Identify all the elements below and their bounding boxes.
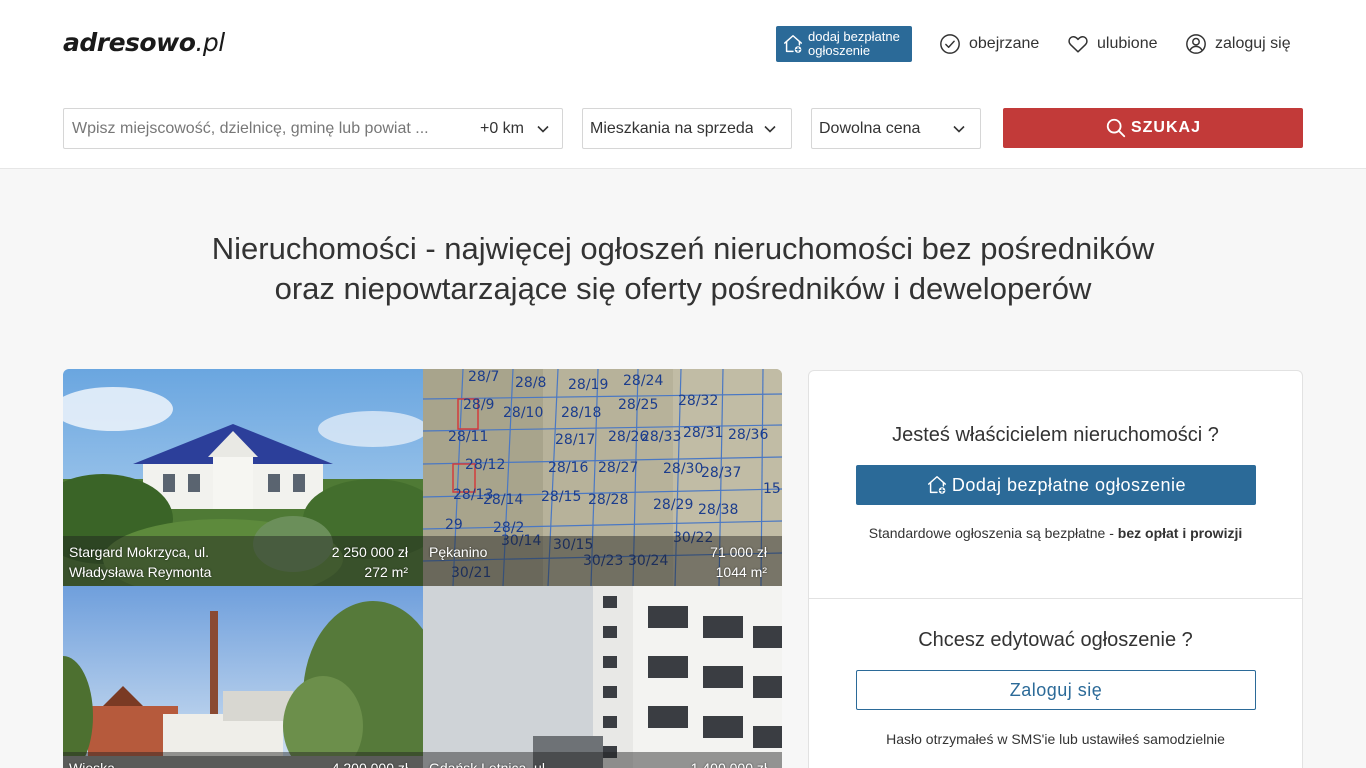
plot-label: 28/8 [515, 375, 546, 391]
check-circle-icon [940, 34, 960, 54]
listing-area: 1044 m² [715, 564, 767, 580]
plot-label: 28/12 [465, 457, 505, 473]
user-circle-icon [1186, 34, 1206, 54]
edit-note: Hasło otrzymałeś w SMS'ie lub ustawiłeś … [886, 731, 1225, 747]
price-select[interactable]: Dowolna cena [811, 108, 981, 149]
chevron-down-icon [953, 125, 965, 133]
listing-location: Stargard Mokrzyca, ul. [69, 544, 210, 560]
plot-label: 28/10 [503, 405, 543, 421]
listing-card[interactable]: Gdańsk Letnica, ul. 1 400 000 zł [423, 586, 782, 768]
house-plus-icon [784, 35, 802, 53]
plot-label: 28/32 [678, 393, 718, 409]
listing-price: 71 000 zł [710, 544, 767, 560]
page-title: Nieruchomości - najwięcej ogłoszeń nieru… [211, 231, 1155, 306]
nav-login-link[interactable]: zaloguj się [1185, 31, 1291, 57]
owner-note: Standardowe ogłoszenia są bezpłatne - be… [868, 525, 1243, 541]
plot-label: 28/18 [561, 405, 601, 421]
site-header: adresowo.pl dodaj bezpłatne ogłoszenie o… [0, 0, 1366, 169]
plot-label: 28/29 [653, 497, 693, 513]
listing-photo [423, 586, 782, 768]
listing-area: 272 m² [364, 564, 408, 580]
plot-label: 28/33 [641, 429, 681, 445]
plot-label: 28/36 [728, 427, 768, 443]
search-button[interactable]: SZUKAJ [1003, 108, 1303, 148]
listing-caption: Stargard Mokrzyca, ul. Władysława Reymont… [63, 536, 423, 586]
nav-favorites-link[interactable]: ulubione [1067, 31, 1158, 57]
plot-label: 28/30 [663, 461, 703, 477]
plot-label: 28/25 [618, 397, 658, 413]
plot-label: 28/38 [698, 502, 738, 518]
plot-label: 28/7 [468, 369, 499, 385]
listing-caption: Gdańsk Letnica, ul. 1 400 000 zł [423, 752, 782, 768]
listing-location: Władysława Reymonta [69, 564, 212, 580]
plot-label: 28/11 [448, 429, 488, 445]
plot-label: 15 [763, 481, 781, 497]
site-logo[interactable]: adresowo.pl [63, 28, 225, 57]
plot-label: 28/9 [463, 397, 494, 413]
listing-price: 1 400 000 zł [690, 760, 767, 768]
heart-icon [1068, 36, 1088, 53]
edit-title: Chcesz edytować ogłoszenie ? [918, 629, 1193, 651]
plot-label: 28/27 [598, 460, 638, 476]
plot-label: 28/17 [555, 432, 595, 448]
plot-label: 28/15 [541, 489, 581, 505]
featured-listings: Stargard Mokrzyca, ul. Władysława Reymont… [63, 369, 782, 768]
location-search-input[interactable] [64, 109, 464, 148]
listing-location: Gdańsk Letnica, ul. [429, 760, 549, 768]
listing-price: 4 200 000 zł [331, 760, 408, 768]
listing-card[interactable]: Stargard Mokrzyca, ul. Władysława Reymont… [63, 369, 423, 586]
nav-seen-link[interactable]: obejrzane [939, 31, 1039, 57]
add-listing-label: dodaj bezpłatne ogłoszenie [808, 29, 900, 58]
listing-photo [63, 586, 423, 768]
chevron-down-icon [764, 125, 776, 133]
owner-title: Jesteś właścicielem nieruchomości ? [892, 424, 1219, 446]
listing-location: Wieska [69, 760, 115, 768]
listing-price: 2 250 000 zł [331, 544, 408, 560]
add-free-listing-button[interactable]: Dodaj bezpłatne ogłoszenie [856, 465, 1256, 505]
plot-label: 28/24 [623, 373, 663, 389]
plot-label: 28/28 [588, 492, 628, 508]
listing-caption: Wieska 4 200 000 zł [63, 752, 423, 768]
plot-label: 28/37 [701, 465, 741, 481]
plot-label: 28/16 [548, 460, 588, 476]
property-type-select[interactable]: Mieszkania na sprzedaż [582, 108, 792, 149]
listing-card[interactable]: 28/7 28/8 28/19 28/24 28/9 28/10 28/18 28/25 28/… [423, 369, 782, 586]
plot-label: 28/31 [683, 425, 723, 441]
listing-caption: Pękanino 71 000 zł 1044 m² [423, 536, 782, 586]
listing-card[interactable]: Wieska 4 200 000 zł [63, 586, 423, 768]
location-search: +0 km [63, 108, 563, 149]
search-icon [1106, 118, 1126, 138]
plot-label: 28/19 [568, 377, 608, 393]
house-plus-icon [927, 476, 946, 494]
login-button[interactable]: Zaloguj się [856, 670, 1256, 710]
listing-location: Pękanino [429, 544, 488, 560]
chevron-down-icon [537, 125, 549, 133]
owner-section: Jesteś właścicielem nieruchomości ? Doda… [809, 371, 1302, 599]
plot-label: 28/14 [483, 492, 523, 508]
owner-panel: Jesteś właścicielem nieruchomości ? Doda… [808, 370, 1303, 768]
add-listing-button[interactable]: dodaj bezpłatne ogłoszenie [776, 26, 912, 62]
distance-select[interactable]: +0 km [480, 109, 550, 148]
plot-label: 29 [445, 517, 463, 533]
